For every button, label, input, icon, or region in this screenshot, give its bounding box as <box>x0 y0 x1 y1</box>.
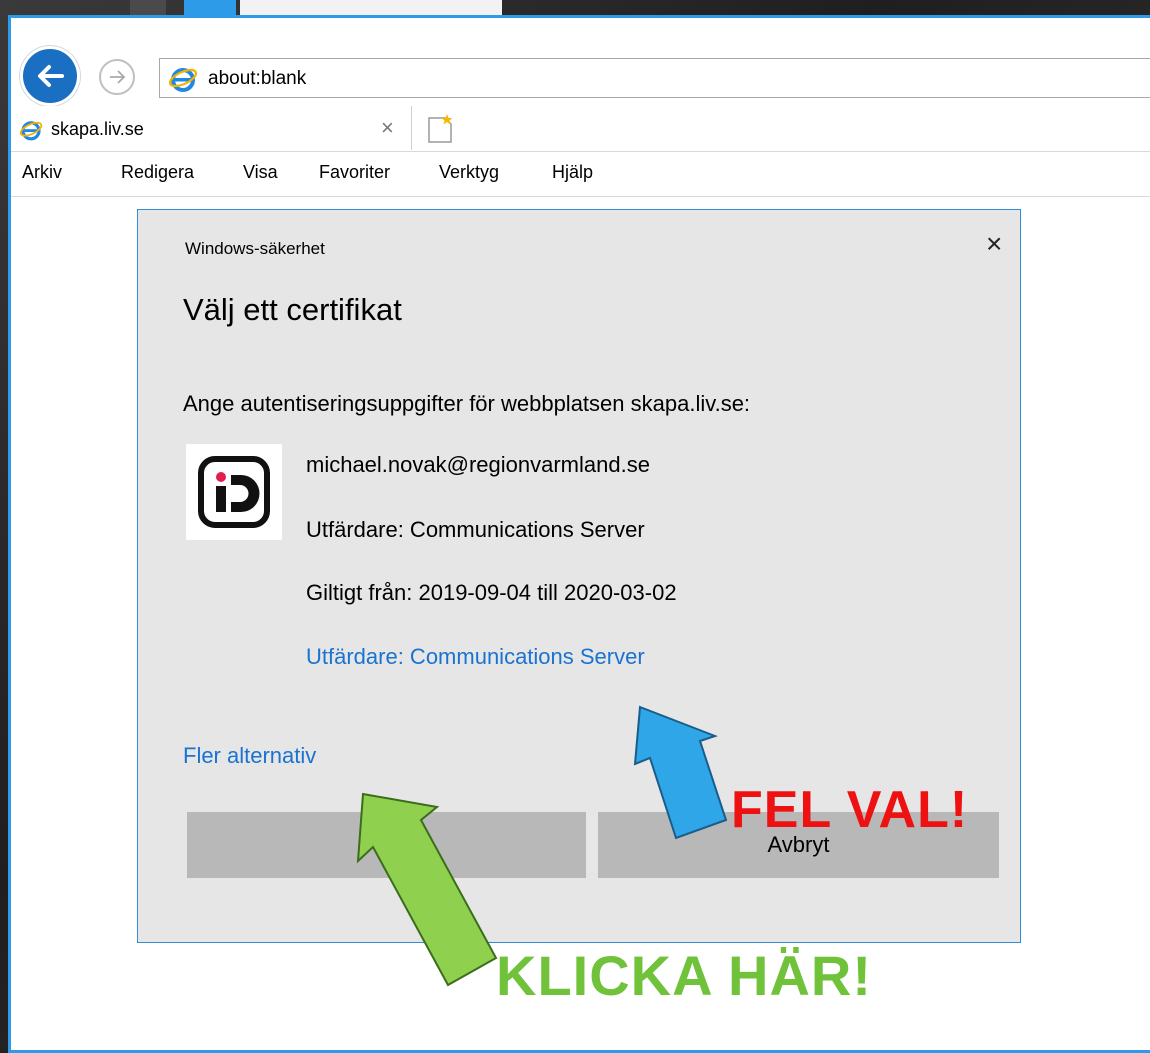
background-tile <box>184 0 236 16</box>
menu-arkiv[interactable]: Arkiv <box>22 162 62 183</box>
background-tile <box>240 0 502 16</box>
menu-favoriter[interactable]: Favoriter <box>319 162 390 183</box>
certificate-issuer[interactable]: Utfärdare: Communications Server <box>306 517 645 543</box>
certificate-validity[interactable]: Giltigt från: 2019-09-04 till 2020-03-02 <box>306 580 677 606</box>
arrow-left-icon <box>38 65 64 87</box>
navigation-bar: about:blank <box>11 18 1150 106</box>
click-here-annotation: KLICKA HÄR! <box>496 944 872 1007</box>
address-text: about:blank <box>208 68 307 89</box>
menu-bar: Arkiv Redigera Visa Favoriter Verktyg Hj… <box>11 152 1150 197</box>
ok-button[interactable]: OK <box>187 812 586 878</box>
dialog-heading: Välj ett certifikat <box>183 292 402 327</box>
back-button[interactable] <box>23 49 77 103</box>
new-tab-icon[interactable] <box>425 112 455 144</box>
tab-bar: skapa.liv.se × <box>11 106 1150 152</box>
menu-visa[interactable]: Visa <box>243 162 278 183</box>
ie-logo-icon <box>19 121 43 141</box>
menu-hjalp[interactable]: Hjälp <box>552 162 593 183</box>
arrow-right-icon <box>110 70 126 84</box>
dialog-prompt: Ange autentiseringsuppgifter för webbpla… <box>183 391 751 416</box>
close-tab-icon[interactable]: × <box>381 115 394 141</box>
certificate-issuer-link[interactable]: Utfärdare: Communications Server <box>306 644 645 670</box>
menu-verktyg[interactable]: Verktyg <box>439 162 499 183</box>
address-bar[interactable]: about:blank <box>159 58 1150 98</box>
tab-skapa[interactable]: skapa.liv.se × <box>11 106 412 150</box>
wrong-choice-annotation: FEL VAL! <box>731 781 969 839</box>
certificate-email[interactable]: michael.novak@regionvarmland.se <box>306 452 650 478</box>
tab-label: skapa.liv.se <box>51 119 144 139</box>
forward-button[interactable] <box>99 59 135 95</box>
ie-logo-icon <box>168 68 198 92</box>
more-options-link[interactable]: Fler alternativ <box>183 743 316 769</box>
close-icon[interactable]: × <box>986 230 1002 258</box>
dialog-window-title: Windows-säkerhet <box>185 239 325 258</box>
freja-id-logo-icon[interactable] <box>186 444 282 540</box>
background-tile <box>130 0 166 16</box>
menu-redigera[interactable]: Redigera <box>121 162 194 183</box>
